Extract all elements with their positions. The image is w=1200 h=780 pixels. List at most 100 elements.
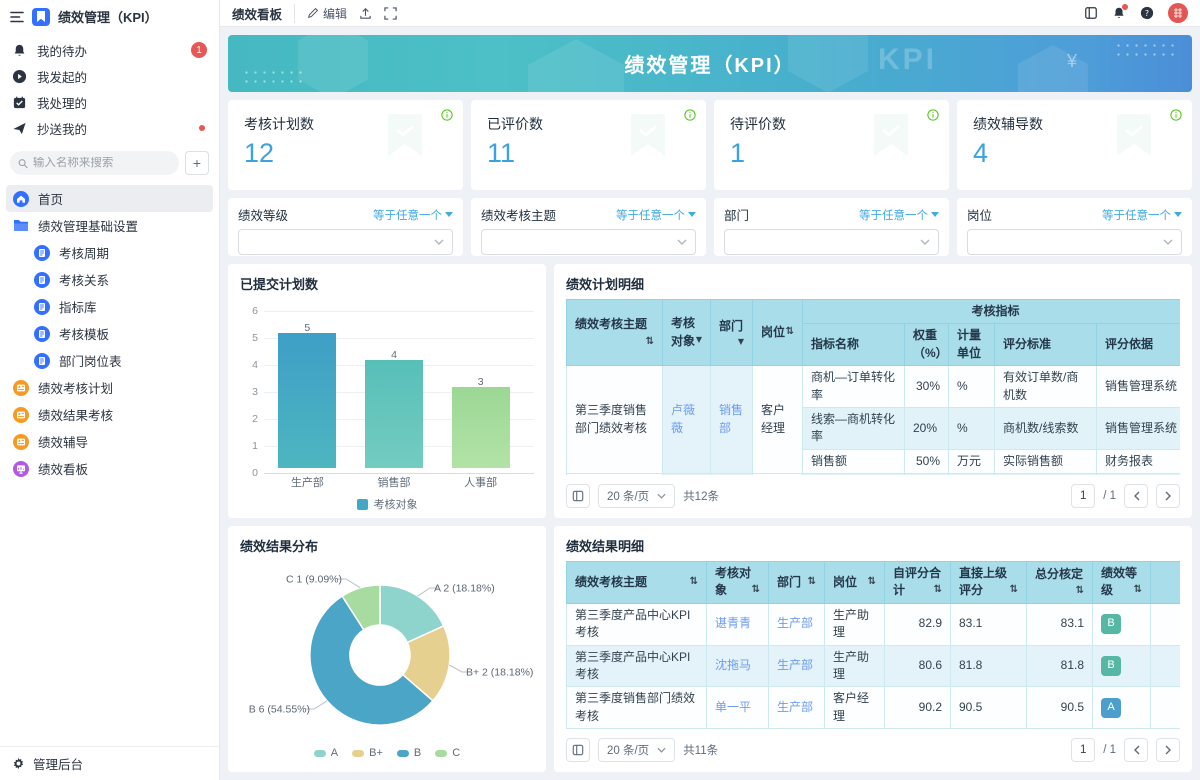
grade-filter-select[interactable] — [238, 229, 453, 255]
info-icon[interactable] — [684, 108, 696, 126]
sidebar-item-指标库[interactable]: 指标库 — [6, 293, 213, 320]
col-header-3[interactable]: 岗位⇅ — [825, 562, 885, 604]
filter-operator-dropdown[interactable]: 等于任意一个 — [859, 207, 939, 223]
col-header-4[interactable]: 自评分合计⇅ — [885, 562, 951, 604]
stat-card-pending: 待评价数 1 — [714, 100, 949, 190]
hamburger-menu-icon[interactable] — [10, 11, 24, 23]
search-input-field[interactable] — [33, 157, 171, 169]
dept-link[interactable]: 生产部 — [777, 658, 813, 672]
col-header-post[interactable]: 岗位⇅ — [753, 300, 803, 366]
col-header-weight[interactable]: 权重（%） — [905, 324, 949, 366]
donut-chart-legend[interactable]: A B+ B C — [228, 747, 546, 759]
col-header-basis[interactable]: 评分依据 — [1097, 324, 1181, 366]
sidebar-item-home[interactable]: 首页 — [6, 185, 213, 212]
person-link[interactable]: 谌青青 — [715, 616, 751, 630]
dept-link[interactable]: 销售部 — [719, 403, 743, 434]
sidebar-quick-item[interactable]: 我发起的 — [0, 63, 219, 89]
dept-link[interactable]: 生产部 — [777, 616, 813, 630]
edit-button[interactable]: 编辑 — [307, 5, 347, 22]
dept-filter-select[interactable] — [724, 229, 939, 255]
filter-operator-dropdown[interactable]: 等于任意一个 — [616, 207, 696, 223]
legend-item-B[interactable]: B — [397, 747, 421, 759]
cell-self-score: 82.9 — [885, 603, 951, 645]
prev-page-button[interactable] — [1124, 738, 1148, 762]
sidebar-item-绩效看板[interactable]: 绩效看板 — [6, 455, 213, 482]
cell-post: 客户经理 — [753, 474, 803, 475]
info-icon[interactable] — [927, 108, 939, 126]
help-button[interactable]: ? — [1140, 6, 1154, 20]
sidebar-quick-item[interactable]: 我的待办1 — [0, 37, 219, 63]
columns-toggle-button[interactable] — [566, 484, 590, 508]
columns-toggle-button[interactable] — [566, 738, 590, 762]
user-avatar[interactable] — [1168, 3, 1188, 23]
bar-生产部[interactable] — [278, 333, 336, 468]
side-panel-button[interactable] — [1084, 6, 1098, 20]
filter-operator-dropdown[interactable]: 等于任意一个 — [373, 207, 453, 223]
fullscreen-button[interactable] — [384, 7, 397, 20]
person-link[interactable]: 卢薇薇 — [671, 403, 695, 434]
col-header-standard[interactable]: 评分标准 — [995, 324, 1097, 366]
bar-人事部[interactable] — [452, 387, 510, 468]
legend-item-C[interactable]: C — [435, 747, 460, 759]
col-header-unit[interactable]: 计量单位 — [949, 324, 995, 366]
filter-caret-icon: ▼ — [696, 334, 702, 346]
filter-label: 岗位 — [967, 205, 992, 224]
bar-chart-legend[interactable]: 考核对象 — [228, 496, 546, 512]
sidebar-quick-item[interactable]: 我处理的 — [0, 89, 219, 115]
sort-icon: ⇅ — [1134, 583, 1142, 598]
person-link[interactable]: 单一平 — [715, 700, 751, 714]
sidebar-item-考核模板[interactable]: 考核模板 — [6, 320, 213, 347]
tab-dashboard[interactable]: 绩效看板 — [232, 4, 295, 23]
dept-link[interactable]: 生产部 — [777, 700, 813, 714]
page-number-input[interactable]: 1 — [1071, 738, 1095, 762]
x-axis-label: 人事部 — [464, 474, 497, 490]
col-header-0[interactable]: 绩效考核主题⇅ — [567, 562, 707, 604]
col-header-7[interactable]: 绩效等级⇅ — [1093, 562, 1151, 604]
col-header-6[interactable]: 总分核定⇅ — [1027, 562, 1093, 604]
theme-filter-select[interactable] — [481, 229, 696, 255]
col-header-dept[interactable]: 部门▼ — [711, 300, 753, 366]
col-header-theme[interactable]: 绩效考核主题⇅ — [567, 300, 663, 366]
col-header-2[interactable]: 部门⇅ — [769, 562, 825, 604]
sidebar-item-考核关系[interactable]: 考核关系 — [6, 266, 213, 293]
sort-icon: ⇅ — [934, 583, 942, 598]
next-page-button[interactable] — [1156, 738, 1180, 762]
table-row: 第三季度销售部门绩效考核卢薇薇销售部客户经理商机—订单转化率30%%有效订单数/… — [567, 366, 1181, 408]
post-filter-select[interactable] — [967, 229, 1182, 255]
cell-post: 客户经理 — [753, 366, 803, 474]
cell-self-score: 90.2 — [885, 687, 951, 729]
info-icon[interactable] — [441, 108, 453, 126]
notifications-button[interactable] — [1112, 6, 1126, 20]
topbar-right: ? — [1084, 3, 1188, 23]
col-header-1[interactable]: 考核对象⇅ — [707, 562, 769, 604]
admin-console-link[interactable]: 管理后台 — [0, 746, 219, 780]
legend-item-A[interactable]: A — [314, 747, 338, 759]
filter-label: 绩效等级 — [238, 205, 288, 224]
sidebar-item-绩效考核计划[interactable]: 绩效考核计划 — [6, 374, 213, 401]
legend-item-B+[interactable]: B+ — [352, 747, 383, 759]
prev-page-button[interactable] — [1124, 484, 1148, 508]
page-size-select[interactable]: 20 条/页 — [598, 484, 675, 508]
page-size-select[interactable]: 20 条/页 — [598, 738, 675, 762]
col-header-indicator[interactable]: 指标名称 — [803, 324, 905, 366]
person-link[interactable]: 沈拖马 — [715, 658, 751, 672]
sidebar-item-部门岗位表[interactable]: 部门岗位表 — [6, 347, 213, 374]
sidebar-group-settings[interactable]: 绩效管理基础设置 — [6, 212, 213, 239]
chevron-down-icon — [1174, 212, 1182, 217]
filter-operator-dropdown[interactable]: 等于任意一个 — [1102, 207, 1182, 223]
info-icon[interactable] — [1170, 108, 1182, 126]
share-button[interactable] — [359, 7, 372, 20]
bar-销售部[interactable] — [365, 360, 423, 468]
sidebar-item-考核周期[interactable]: 考核周期 — [6, 239, 213, 266]
add-button[interactable]: + — [185, 151, 209, 175]
sidebar-item-绩效辅导[interactable]: 绩效辅导 — [6, 428, 213, 455]
col-header-target[interactable]: 考核对象▼ — [663, 300, 711, 366]
search-input[interactable] — [10, 151, 179, 175]
table-row: 第三季度销售部门绩效考核单一平生产部客户经理90.290.590.5A — [567, 687, 1181, 729]
next-page-button[interactable] — [1156, 484, 1180, 508]
sidebar-item-绩效结果考核[interactable]: 绩效结果考核 — [6, 401, 213, 428]
page-number-input[interactable]: 1 — [1071, 484, 1095, 508]
col-header-5[interactable]: 直接上级评分⇅ — [951, 562, 1027, 604]
y-axis-tick: 2 — [236, 413, 258, 425]
sidebar-quick-item[interactable]: 抄送我的 — [0, 115, 219, 141]
